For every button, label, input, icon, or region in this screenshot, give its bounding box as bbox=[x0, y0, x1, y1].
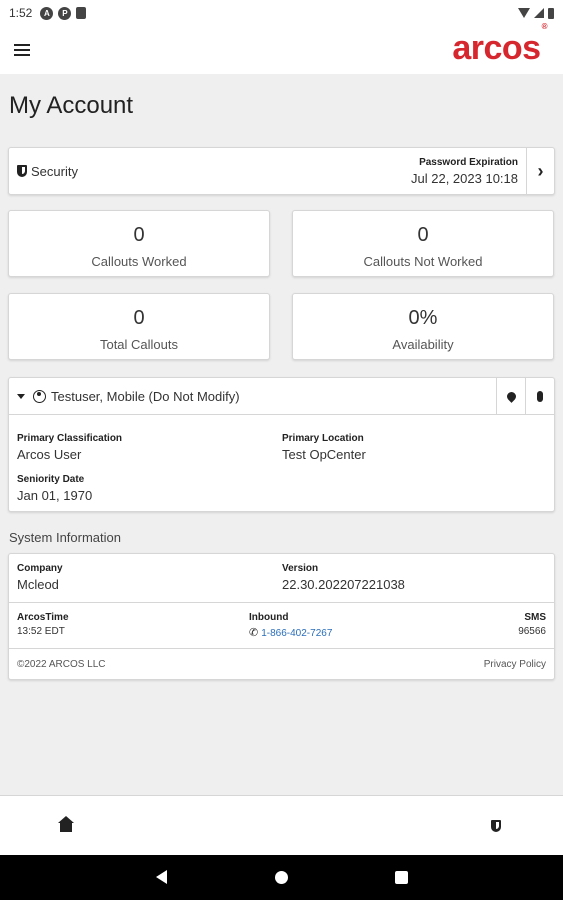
sms-value: 96566 bbox=[518, 626, 546, 637]
battery-icon bbox=[548, 7, 554, 19]
stat-value: 0 bbox=[133, 307, 145, 329]
back-icon[interactable] bbox=[156, 870, 167, 884]
stat-label: Callouts Worked bbox=[91, 254, 187, 269]
chevron-right-icon[interactable]: › bbox=[526, 148, 554, 194]
shield-icon[interactable] bbox=[491, 820, 501, 832]
logo-mark: ® bbox=[541, 21, 548, 31]
privacy-policy-link[interactable]: Privacy Policy bbox=[484, 659, 546, 670]
password-expiration-label: Password Expiration bbox=[419, 156, 518, 168]
inbound-field: Inbound ✆ 1-866-402-7267 bbox=[249, 612, 332, 639]
arcostime-label: ArcosTime bbox=[17, 612, 69, 623]
wifi-icon bbox=[518, 8, 530, 18]
seniority-date-label: Seniority Date bbox=[17, 474, 85, 485]
stat-label: Total Callouts bbox=[99, 337, 179, 352]
system-row-company: Company Mcleod Version 22.30.20220722103… bbox=[9, 554, 554, 603]
sms-field: SMS 96566 bbox=[518, 612, 546, 637]
p-icon: P bbox=[58, 6, 72, 20]
signal-icon bbox=[534, 8, 544, 18]
recent-apps-icon[interactable] bbox=[395, 871, 408, 884]
primary-classification-label: Primary Classification bbox=[17, 433, 123, 444]
arcostime-value: 13:52 EDT bbox=[17, 626, 65, 637]
user-card: Testuser, Mobile (Do Not Modify) Primary… bbox=[8, 377, 555, 512]
home-circle-icon[interactable] bbox=[275, 871, 288, 884]
shield-icon bbox=[17, 165, 27, 177]
phone-icon: ✆ bbox=[249, 627, 259, 639]
system-row-contact: ArcosTime 13:52 EDT Inbound ✆ 1-866-402-7… bbox=[9, 603, 554, 649]
seniority-date: Seniority Date Jan 01, 1970 bbox=[17, 474, 92, 503]
company-field: Company Mcleod bbox=[17, 563, 63, 592]
bottom-navigation bbox=[0, 795, 563, 855]
password-expiration-value: Jul 22, 2023 10:18 bbox=[411, 170, 518, 186]
page-title: My Account bbox=[9, 92, 134, 119]
primary-classification-value: Arcos User bbox=[17, 447, 82, 462]
caret-down-icon[interactable] bbox=[17, 393, 25, 399]
stat-callouts-not-worked: 0 Callouts Not Worked bbox=[292, 210, 554, 277]
status-time: 1:52 bbox=[9, 6, 33, 20]
system-information-title: System Information bbox=[9, 530, 121, 545]
menu-icon[interactable] bbox=[14, 44, 30, 56]
sim-icon bbox=[76, 7, 87, 19]
primary-location: Primary Location Test OpCenter bbox=[282, 433, 366, 462]
copyright: ©2022 ARCOS LLC bbox=[17, 659, 106, 670]
home-icon[interactable] bbox=[58, 816, 74, 832]
status-bar: 1:52 A P bbox=[0, 0, 563, 26]
security-label: Security bbox=[31, 163, 78, 179]
microphone-icon bbox=[537, 390, 543, 402]
stat-availability: 0% Availability bbox=[292, 293, 554, 360]
arcos-logo: arcos® bbox=[452, 22, 547, 67]
sms-label: SMS bbox=[524, 612, 546, 623]
stat-callouts-worked: 0 Callouts Worked bbox=[8, 210, 270, 277]
version-field: Version 22.30.202207221038 bbox=[282, 563, 405, 592]
primary-classification: Primary Classification Arcos User bbox=[17, 433, 122, 462]
version-value: 22.30.202207221038 bbox=[282, 577, 405, 592]
primary-location-label: Primary Location bbox=[282, 433, 364, 444]
user-name: Testuser, Mobile (Do Not Modify) bbox=[51, 388, 240, 404]
seniority-date-value: Jan 01, 1970 bbox=[17, 488, 93, 503]
stat-total-callouts: 0 Total Callouts bbox=[8, 293, 270, 360]
company-label: Company bbox=[17, 563, 63, 574]
company-value: Mcleod bbox=[17, 577, 59, 592]
arcostime-field: ArcosTime 13:52 EDT bbox=[17, 612, 69, 637]
inbound-phone-link[interactable]: 1-866-402-7267 bbox=[261, 628, 332, 639]
stat-value: 0 bbox=[417, 224, 429, 246]
system-info-card: Company Mcleod Version 22.30.20220722103… bbox=[8, 553, 555, 680]
primary-location-value: Test OpCenter bbox=[282, 447, 366, 462]
system-navigation-bar bbox=[0, 855, 563, 900]
stat-label: Availability bbox=[392, 337, 454, 352]
person-icon bbox=[33, 389, 46, 403]
logo-text: arcos bbox=[452, 29, 541, 67]
stat-label: Callouts Not Worked bbox=[363, 254, 483, 269]
app-bar: arcos® bbox=[0, 22, 563, 74]
inbound-label: Inbound bbox=[249, 612, 289, 623]
location-pin-icon bbox=[504, 389, 518, 403]
stat-value: 0% bbox=[408, 307, 438, 329]
version-label: Version bbox=[282, 563, 319, 574]
a-icon: A bbox=[40, 6, 54, 20]
stat-value: 0 bbox=[133, 224, 145, 246]
security-card[interactable]: Security Password Expiration Jul 22, 202… bbox=[8, 147, 555, 195]
location-pin-button[interactable] bbox=[496, 377, 525, 415]
microphone-button[interactable] bbox=[525, 377, 554, 415]
